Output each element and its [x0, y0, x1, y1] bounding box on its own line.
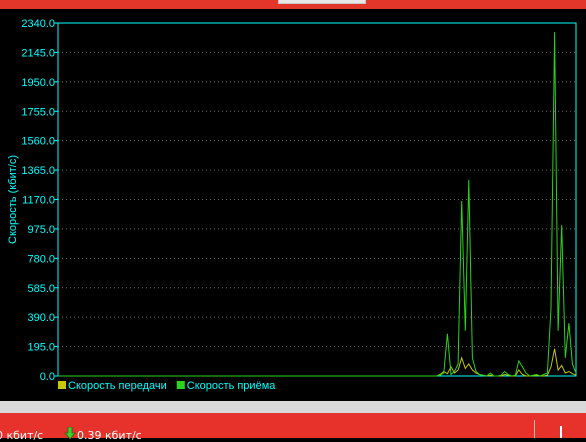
status-separator — [534, 420, 535, 438]
y-tick-label: 1560.0 — [21, 136, 55, 148]
window-top-strip — [0, 0, 586, 9]
legend-swatch-1 — [176, 381, 185, 389]
series-line-1 — [58, 32, 577, 377]
y-tick-label: 975.0 — [27, 224, 55, 236]
recv-rate-text: 0.39 кбит/с — [77, 429, 142, 442]
y-tick-label: 1755.0 — [21, 106, 55, 118]
status-bar: 0 кбит/с 0.39 кбит/с — [0, 413, 586, 442]
legend-label-1: Скорость приёма — [187, 380, 276, 392]
chart-svg: 2340.0 2145.0 1950.0 1755.0 1560.0 1365.0 1170… — [7, 18, 577, 392]
download-arrow-icon — [64, 427, 76, 439]
legend-label-0: Скорость передачи — [68, 380, 167, 392]
y-tick-label: 2145.0 — [21, 47, 55, 59]
y-tick-label: 2340.0 — [21, 18, 55, 30]
y-tick-label: 1365.0 — [21, 165, 55, 177]
tab-edge — [278, 0, 366, 4]
network-speed-graph: 2340.0 2145.0 1950.0 1755.0 1560.0 1365.0 1170… — [0, 9, 586, 401]
series-line-0 — [58, 348, 577, 377]
status-marker — [560, 426, 562, 438]
y-axis-label: Скорость (кбит/с) — [7, 155, 19, 244]
y-tick-label: 1950.0 — [21, 77, 55, 89]
y-tick-label: 195.0 — [27, 342, 55, 354]
y-tick-label: 0.0 — [40, 371, 55, 383]
y-tick-label: 390.0 — [27, 312, 55, 324]
y-tick-label: 780.0 — [27, 253, 55, 265]
legend-swatch-0 — [58, 381, 66, 389]
send-rate-text: 0 кбит/с — [0, 429, 44, 442]
y-tick-label: 1170.0 — [22, 195, 55, 207]
y-tick-label: 585.0 — [27, 283, 55, 295]
